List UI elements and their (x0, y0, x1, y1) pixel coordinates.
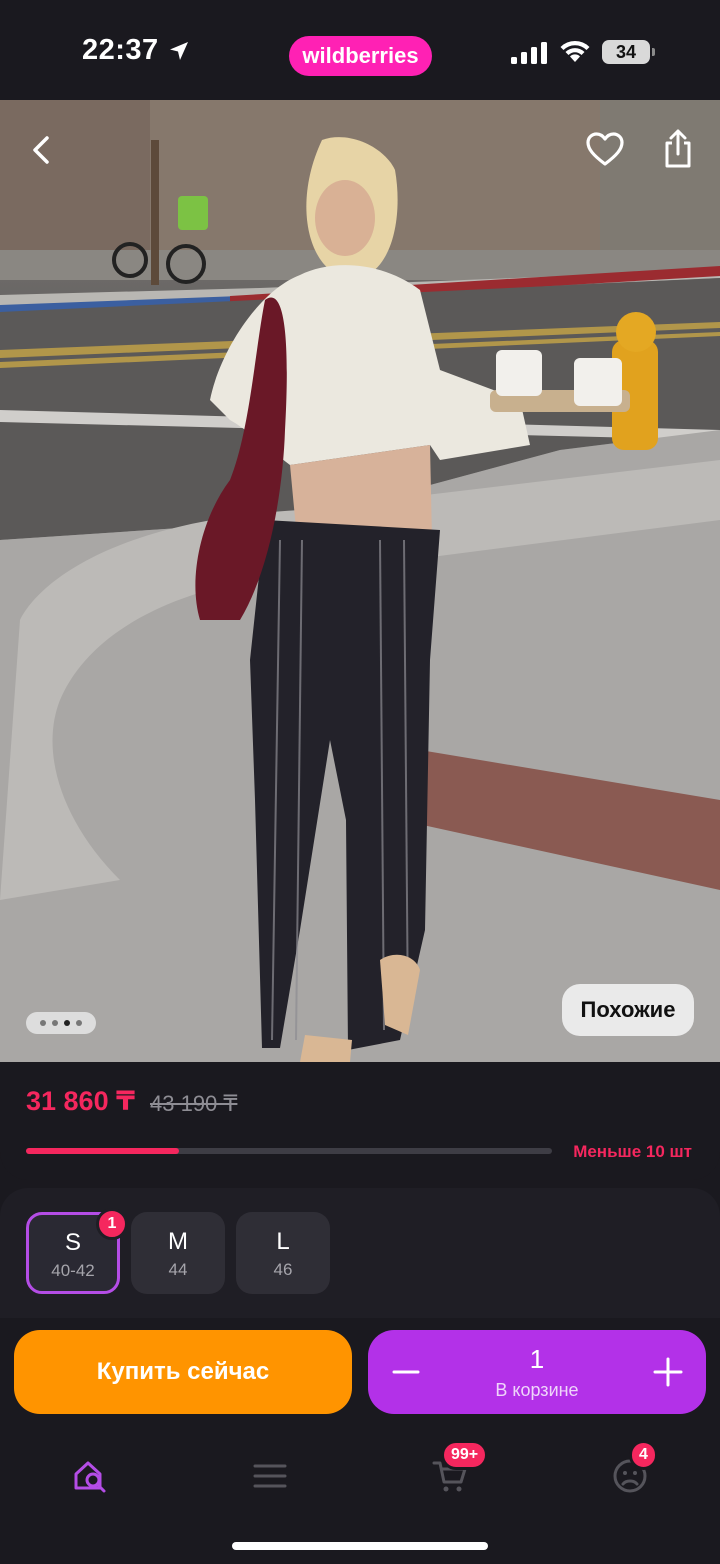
tab-catalog[interactable] (240, 1446, 300, 1506)
size-range: 44 (168, 1260, 188, 1279)
plus-icon[interactable] (648, 1350, 688, 1394)
size-selector: S 40-42 1 M 44 L 46 (0, 1188, 720, 1328)
status-bar: 22:37 wildberries 34 (0, 0, 720, 100)
carousel-dot (52, 1020, 58, 1026)
battery-indicator: 34 (602, 40, 655, 64)
brand-logo: wildberries (289, 36, 432, 76)
tab-bar: 99+ 4 (0, 1428, 720, 1564)
home-indicator (232, 1542, 488, 1550)
size-option-m[interactable]: M 44 (131, 1212, 225, 1294)
location-arrow-icon (170, 42, 188, 60)
wifi-icon (560, 40, 590, 62)
size-name: L (276, 1228, 290, 1255)
carousel-dot-active (64, 1020, 70, 1026)
product-image (0, 100, 720, 1062)
size-range: 40-42 (51, 1261, 95, 1280)
favorite-heart-icon[interactable] (583, 128, 627, 172)
stock-progress-fill (26, 1148, 179, 1154)
size-name: M (168, 1228, 188, 1255)
home-search-icon (74, 1461, 106, 1493)
size-range: 46 (273, 1260, 293, 1279)
current-price: 31 860 ₸ (26, 1086, 135, 1116)
stock-label: Меньше 10 шт (573, 1142, 692, 1161)
share-icon[interactable] (656, 126, 700, 170)
cart-quantity-stepper: 1 В корзине (368, 1330, 706, 1414)
carousel-indicator[interactable] (26, 1012, 96, 1034)
product-photo[interactable]: Похожие (0, 100, 720, 1062)
status-time: 22:37 (82, 34, 159, 66)
back-icon[interactable] (20, 128, 64, 172)
profile-notification-badge: 4 (629, 1440, 658, 1470)
carousel-dot (76, 1020, 82, 1026)
menu-icon (253, 1464, 287, 1488)
purchase-action-bar: Купить сейчас 1 В корзине (0, 1318, 720, 1428)
price-card: 31 860 ₸ 43 190 ₸ Меньше 10 шт (0, 1062, 720, 1180)
tab-home[interactable] (60, 1446, 120, 1506)
buy-now-button[interactable]: Купить сейчас (14, 1330, 352, 1414)
carousel-dot (40, 1020, 46, 1026)
cellular-signal-icon (511, 42, 547, 64)
similar-products-button[interactable]: Похожие (562, 984, 694, 1036)
cart-count-badge: 99+ (441, 1440, 489, 1470)
stock-progress-bar (26, 1148, 552, 1154)
old-price: 43 190 ₸ (150, 1091, 238, 1116)
size-in-cart-badge: 1 (96, 1208, 128, 1240)
size-option-l[interactable]: L 46 (236, 1212, 330, 1294)
